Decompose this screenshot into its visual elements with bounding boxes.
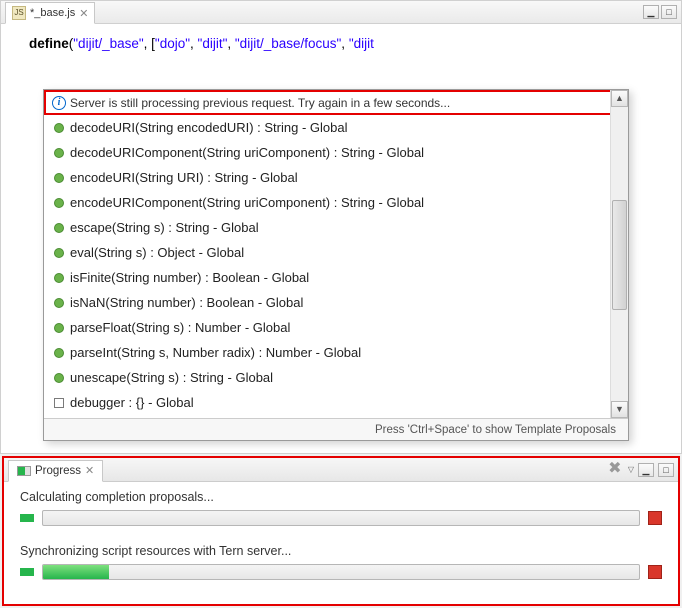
progress-tab[interactable]: Progress ✕ (8, 460, 103, 482)
running-icon (20, 514, 34, 522)
stop-button[interactable] (648, 565, 662, 579)
editor-tab-bar: JS *_base.js ✕ ▁ □ (1, 1, 681, 24)
completion-item[interactable]: decodeURI(String encodedURI) : String - … (44, 115, 628, 140)
keyword-icon (54, 398, 64, 408)
popup-status-message: i Server is still processing previous re… (44, 90, 628, 115)
method-icon (54, 148, 64, 158)
method-icon (54, 248, 64, 258)
progress-item-label: Calculating completion proposals... (20, 490, 662, 504)
minimize-button[interactable]: ▁ (643, 5, 659, 19)
close-icon[interactable]: ✕ (79, 7, 88, 20)
completion-popup: i Server is still processing previous re… (43, 89, 629, 441)
method-icon (54, 298, 64, 308)
completion-item[interactable]: unescape(String s) : String - Global (44, 365, 628, 390)
js-file-icon: JS (12, 6, 26, 20)
editor-window-buttons: ▁ □ (643, 5, 681, 19)
progress-body: Calculating completion proposals... Sync… (4, 482, 678, 606)
scrollbar[interactable]: ▲ ▼ (610, 90, 628, 418)
progress-bar (42, 564, 640, 580)
completion-item[interactable]: isFinite(String number) : Boolean - Glob… (44, 265, 628, 290)
method-icon (54, 323, 64, 333)
view-menu-icon[interactable]: ▽ (628, 465, 634, 474)
scroll-down-button[interactable]: ▼ (611, 401, 628, 418)
scroll-up-button[interactable]: ▲ (611, 90, 628, 107)
editor-tab[interactable]: JS *_base.js ✕ (5, 2, 95, 24)
code-editor[interactable]: define("dijit/_base", ["dojo", "dijit", … (1, 24, 681, 54)
method-icon (54, 348, 64, 358)
method-icon (54, 223, 64, 233)
progress-view: Progress ✕ ✖ ▽ ▁ □ Calculating completio… (2, 456, 680, 606)
scroll-thumb[interactable] (612, 200, 627, 310)
popup-status-text: Server is still processing previous requ… (70, 96, 450, 110)
running-icon (20, 568, 34, 576)
remove-all-icon[interactable]: ✖ (606, 461, 624, 479)
method-icon (54, 273, 64, 283)
progress-item: Calculating completion proposals... (20, 490, 662, 526)
maximize-button[interactable]: □ (661, 5, 677, 19)
completion-item[interactable]: parseInt(String s, Number radix) : Numbe… (44, 340, 628, 365)
completion-item[interactable]: decodeURIComponent(String uriComponent) … (44, 140, 628, 165)
method-icon (54, 123, 64, 133)
editor-tab-label: *_base.js (30, 7, 75, 19)
info-icon: i (52, 96, 66, 110)
completion-item[interactable]: isNaN(String number) : Boolean - Global (44, 290, 628, 315)
close-icon[interactable]: ✕ (85, 464, 94, 477)
completion-item[interactable]: eval(String s) : Object - Global (44, 240, 628, 265)
completion-item[interactable]: debugger : {} - Global (44, 390, 628, 415)
editor-pane: JS *_base.js ✕ ▁ □ define("dijit/_base",… (0, 0, 682, 454)
method-icon (54, 198, 64, 208)
stop-button[interactable] (648, 511, 662, 525)
progress-icon (17, 466, 31, 476)
method-icon (54, 173, 64, 183)
maximize-button[interactable]: □ (658, 463, 674, 477)
minimize-button[interactable]: ▁ (638, 463, 654, 477)
popup-footer-hint: Press 'Ctrl+Space' to show Template Prop… (44, 418, 628, 440)
method-icon (54, 373, 64, 383)
progress-tab-label: Progress (35, 465, 81, 477)
completion-item[interactable]: encodeURIComponent(String uriComponent) … (44, 190, 628, 215)
completion-item[interactable]: parseFloat(String s) : Number - Global (44, 315, 628, 340)
progress-item: Synchronizing script resources with Tern… (20, 544, 662, 580)
progress-item-label: Synchronizing script resources with Tern… (20, 544, 662, 558)
progress-tab-bar: Progress ✕ ✖ ▽ ▁ □ (4, 458, 678, 482)
completion-item[interactable]: encodeURI(String URI) : String - Global (44, 165, 628, 190)
completion-list[interactable]: decodeURI(String encodedURI) : String - … (44, 115, 628, 418)
progress-bar (42, 510, 640, 526)
completion-item[interactable]: escape(String s) : String - Global (44, 215, 628, 240)
